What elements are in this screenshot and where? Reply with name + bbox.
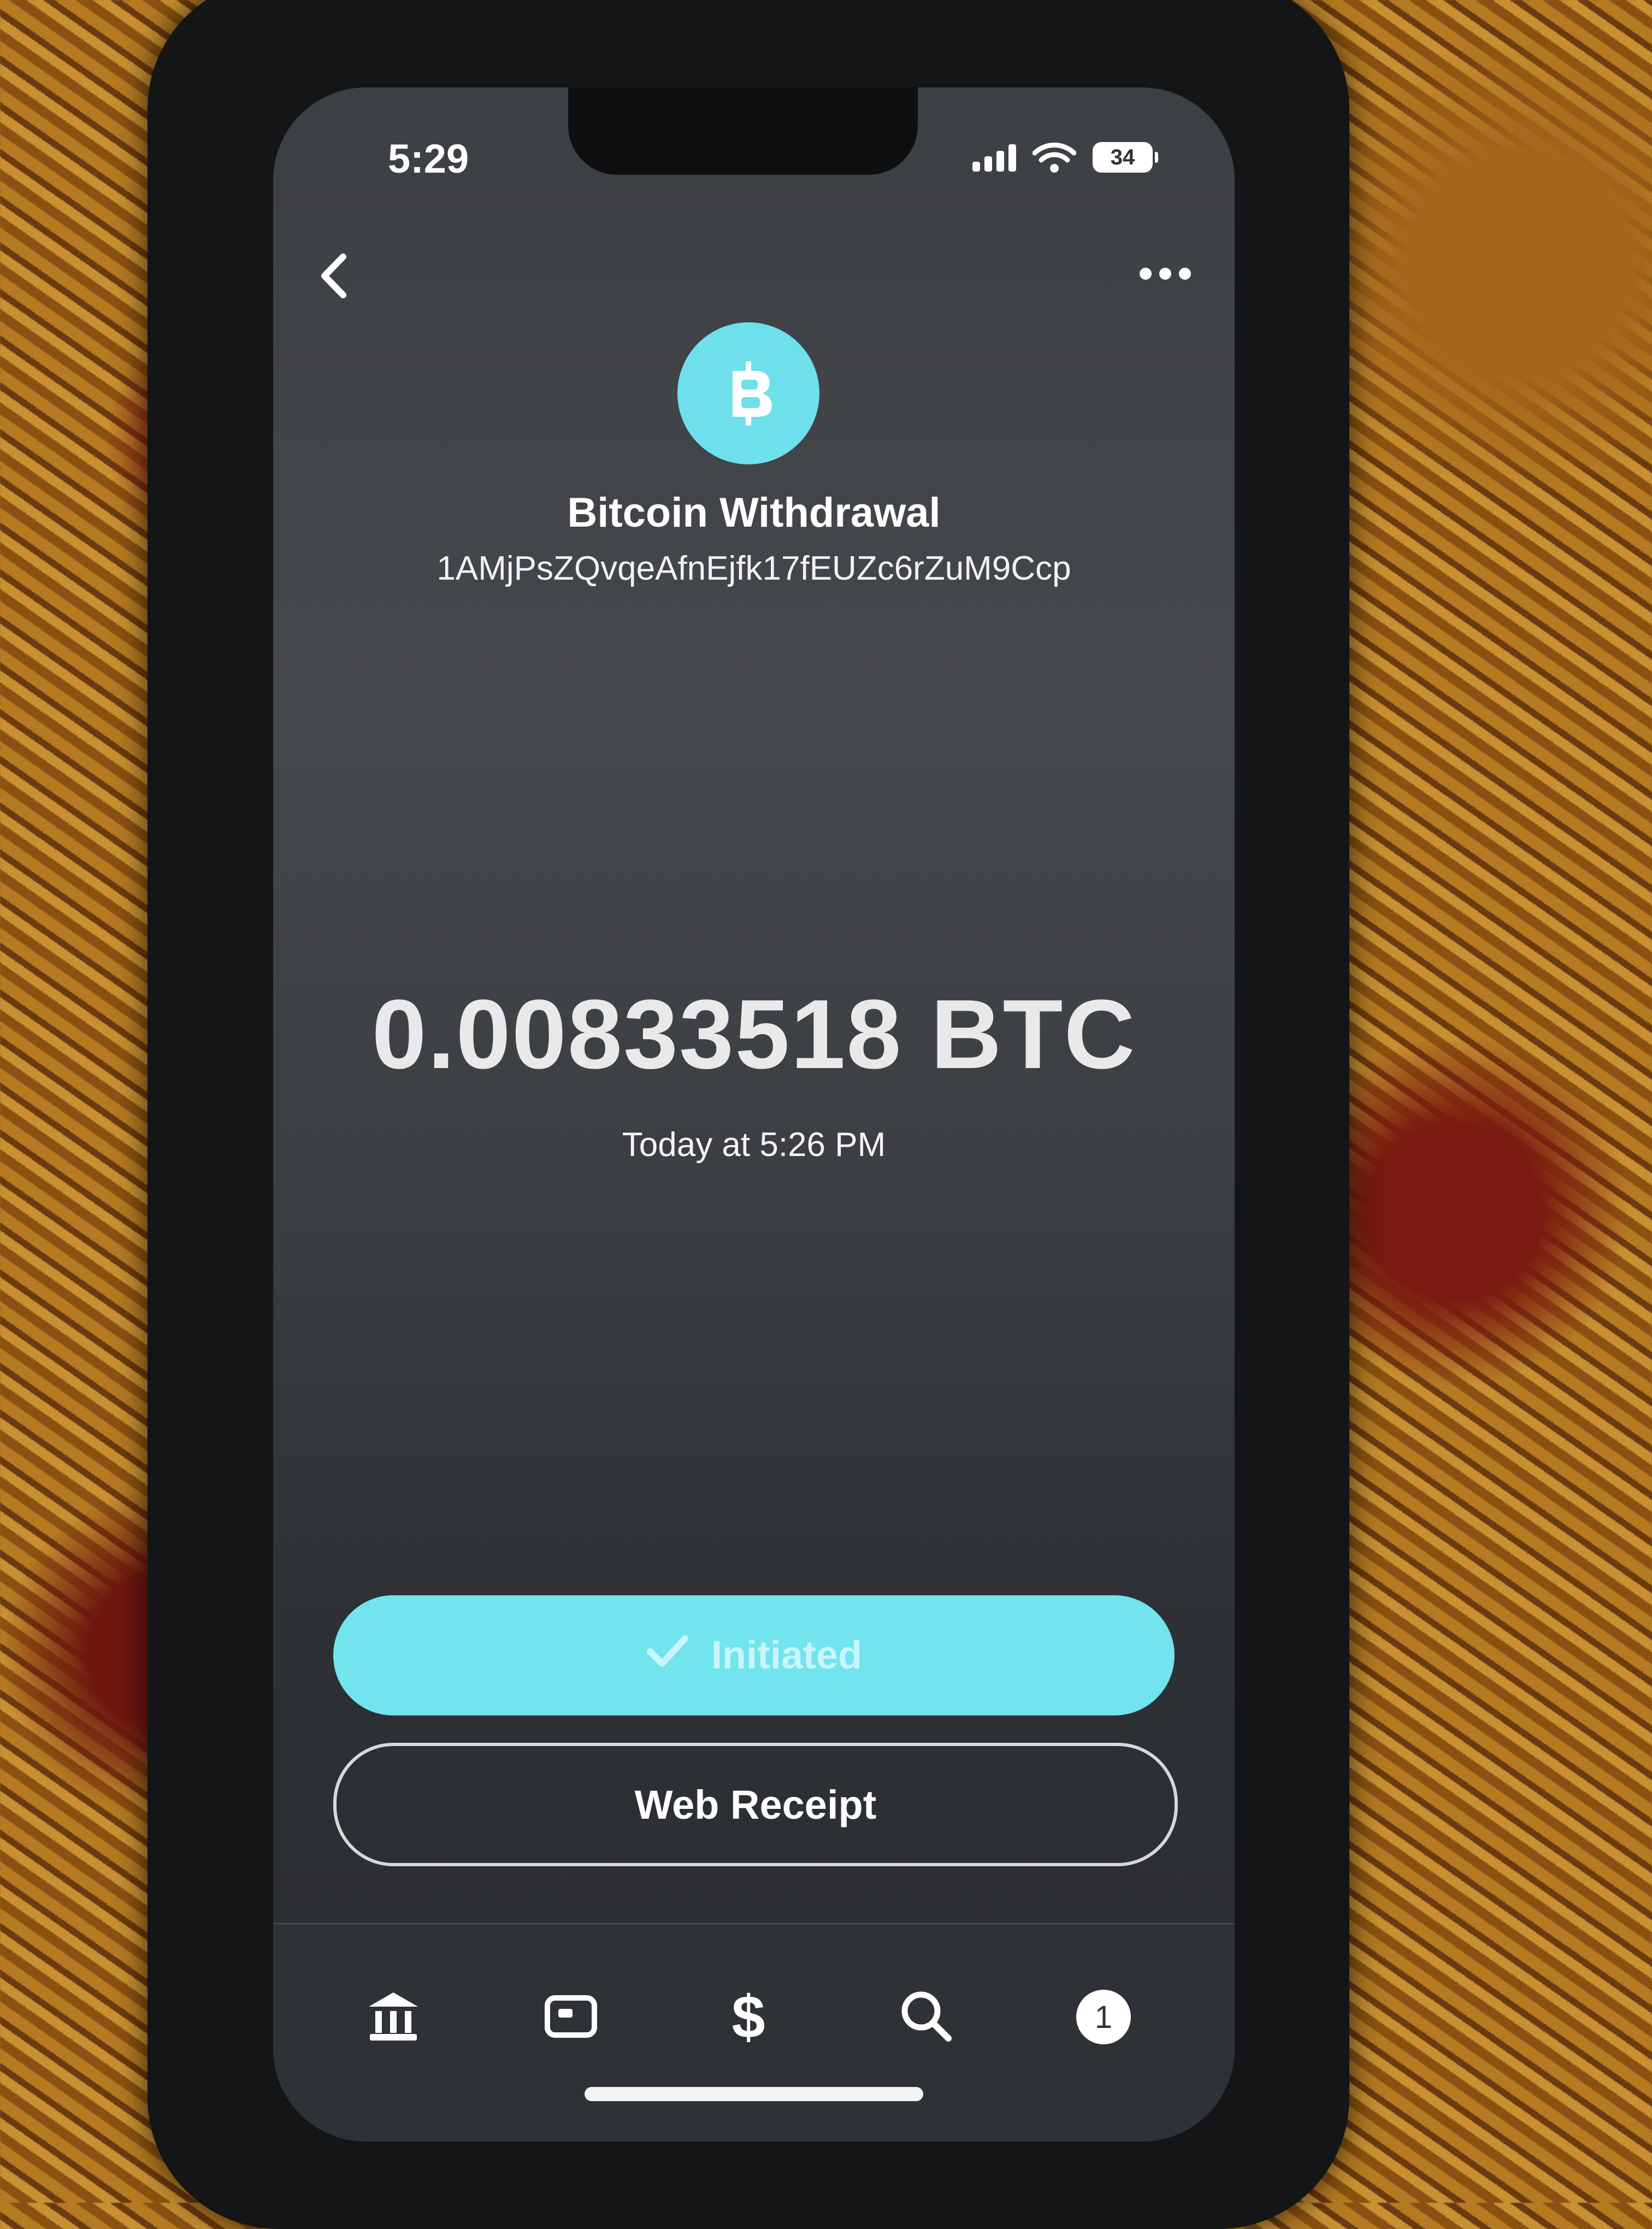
transaction-amount: 0.00833518 BTC: [371, 980, 1136, 1089]
bank-icon: [363, 1986, 423, 2049]
notch: [568, 87, 918, 175]
signal-icon: [972, 143, 1016, 172]
chevron-left-icon[interactable]: [306, 246, 366, 306]
transaction-title: Bitcoin Withdrawal: [567, 490, 941, 536]
status-button[interactable]: Initiated: [333, 1595, 1175, 1715]
battery-icon: 34: [1093, 142, 1158, 173]
search-icon: [896, 1986, 956, 2049]
tab-bar: $ 1: [273, 1923, 1235, 2142]
tab-search[interactable]: [893, 1984, 959, 2050]
bitcoin-icon: [677, 322, 819, 464]
status-time: 5:29: [388, 136, 469, 181]
tab-home[interactable]: [361, 1984, 426, 2050]
home-indicator[interactable]: [585, 2087, 923, 2101]
status-icons: 34: [972, 141, 1158, 174]
activity-badge-icon: 1: [1076, 1990, 1131, 2044]
more-horizontal-icon[interactable]: [1129, 251, 1202, 296]
tab-money[interactable]: $: [716, 1983, 781, 2051]
wallet-address: 1AMjPsZQvqeAfnEjfk17fEUZc6rZuM9Ccp: [436, 550, 1071, 587]
tab-activity[interactable]: 1: [1071, 1984, 1136, 2050]
card-icon: [541, 1986, 601, 2049]
tab-card[interactable]: [538, 1984, 604, 2050]
transaction-timestamp: Today at 5:26 PM: [622, 1126, 886, 1164]
app-screen: 5:29 34 Bitcoin Withdrawal 1AMjPsZQvqeAf…: [273, 87, 1235, 2142]
wifi-icon: [1032, 141, 1076, 174]
status-button-label: Initiated: [711, 1634, 862, 1677]
web-receipt-button[interactable]: Web Receipt: [333, 1743, 1178, 1866]
dollar-icon: $: [731, 1983, 765, 2051]
checkmark-icon: [646, 1632, 689, 1679]
